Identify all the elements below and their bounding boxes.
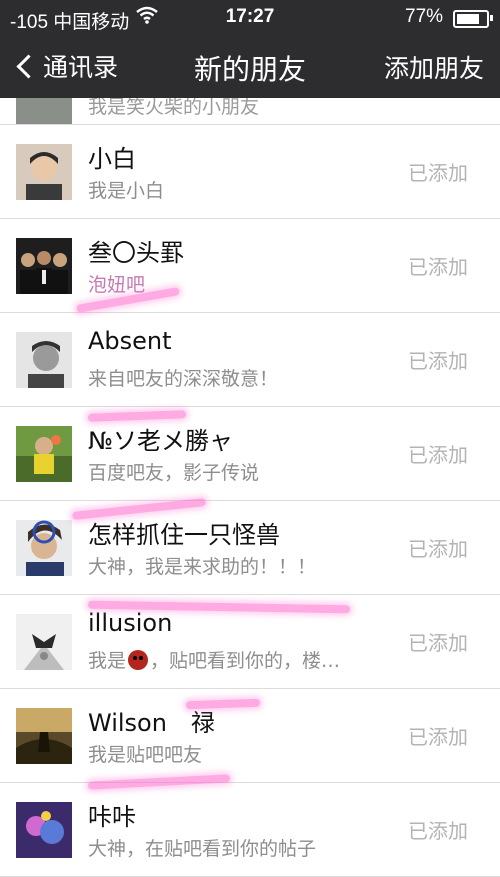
friend-request-message: 泡妞吧	[88, 274, 146, 296]
added-status: 已添加	[408, 537, 468, 561]
friend-request-message: 大神，我是来求助的！！！	[88, 556, 317, 578]
message-text: 我是	[88, 650, 127, 672]
devil-emoji-icon	[128, 650, 149, 670]
battery-percent: 77%	[405, 6, 444, 27]
friend-request-message: 百度吧友，影子传说	[88, 462, 260, 484]
avatar	[16, 144, 72, 200]
friend-request-message: 大神，在贴吧看到你的帖子	[88, 838, 317, 860]
avatar	[16, 708, 72, 764]
list-item[interactable]: 我是笑火柴的小朋友	[0, 98, 500, 125]
message-text: ，贴吧看到你的，楼…	[150, 650, 341, 672]
friend-name: 咔咔	[88, 803, 136, 831]
list-item[interactable]: 咔咔 大神，在贴吧看到你的帖子 已添加	[0, 783, 500, 877]
avatar	[16, 614, 72, 670]
navigation-bar: 通讯录 新的朋友 添加朋友	[0, 34, 500, 98]
avatar	[16, 520, 72, 576]
status-bar: -105 中国移动 17:27 77%	[0, 0, 500, 34]
avatar	[16, 426, 72, 482]
avatar	[16, 332, 72, 388]
list-item[interactable]: 小白 我是小白 已添加	[0, 125, 500, 219]
avatar	[16, 238, 72, 294]
added-status: 已添加	[408, 443, 468, 467]
friend-name: Absent	[88, 327, 172, 355]
added-status: 已添加	[408, 255, 468, 279]
friend-name: 怎样抓住一只怪兽	[88, 521, 280, 549]
friend-request-message: 我是 ，贴吧看到你的，楼…	[88, 646, 340, 673]
friend-request-message: 来自吧友的深深敬意！	[88, 368, 279, 390]
friend-name: №ソ老メ勝ャ	[88, 427, 233, 455]
add-friend-button[interactable]: 添加朋友	[384, 49, 484, 85]
added-status: 已添加	[408, 725, 468, 749]
list-item[interactable]: Absent 来自吧友的深深敬意！ 已添加	[0, 313, 500, 407]
friend-name: 小白	[88, 145, 136, 173]
friend-request-message: 我是小白	[88, 180, 165, 202]
friend-request-message: 我是笑火柴的小朋友	[88, 98, 260, 118]
list-item[interactable]: 叁〇头罫 泡妞吧 已添加	[0, 219, 500, 313]
battery-icon	[453, 10, 493, 28]
added-status: 已添加	[408, 631, 468, 655]
added-status: 已添加	[408, 819, 468, 843]
added-status: 已添加	[408, 349, 468, 373]
avatar	[16, 802, 72, 858]
friend-name: 叁〇头罫	[88, 239, 184, 267]
list-item[interactable]: №ソ老メ勝ャ 百度吧友，影子传说 已添加	[0, 407, 500, 501]
friend-request-message: 我是贴吧吧友	[88, 744, 203, 766]
friend-name: illusion	[88, 609, 173, 637]
added-status: 已添加	[408, 161, 468, 185]
avatar	[16, 98, 72, 124]
